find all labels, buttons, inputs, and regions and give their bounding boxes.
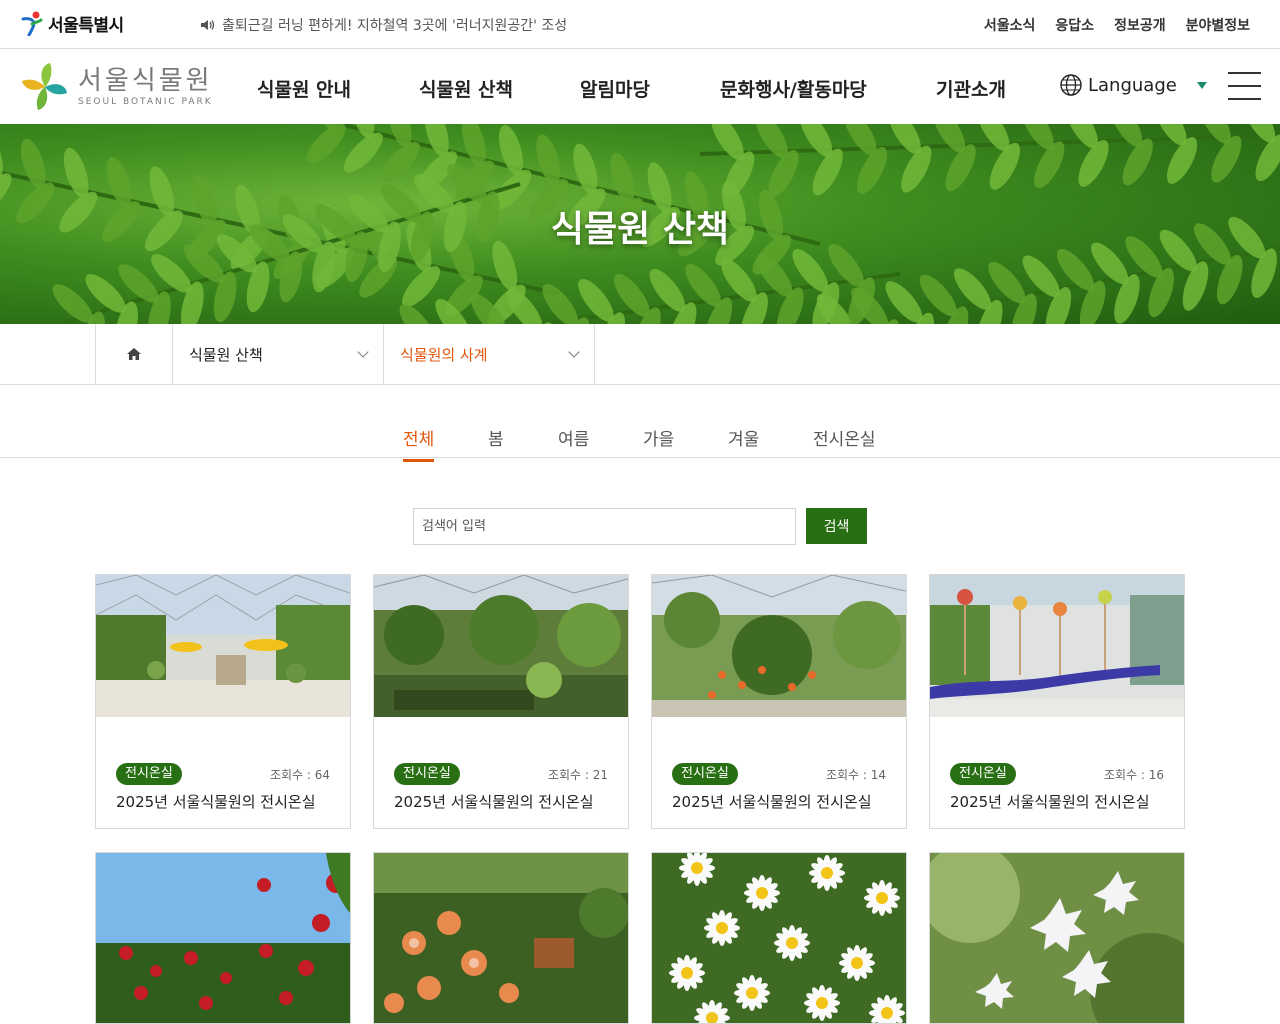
notice-ticker[interactable]: 출퇴근길 러닝 편하게! 지하철역 3곳에 '러너지원공간' 조성 xyxy=(200,15,567,35)
breadcrumb-home[interactable] xyxy=(95,324,173,384)
search-button[interactable]: 검색 xyxy=(806,508,867,544)
card-thumbnail xyxy=(652,853,906,1023)
util-link-seoul-news[interactable]: 서울소식 xyxy=(984,15,1036,35)
util-link-response[interactable]: 응답소 xyxy=(1055,15,1094,35)
gallery-card[interactable] xyxy=(651,852,907,1024)
menu-hamburger-icon[interactable] xyxy=(1228,72,1261,100)
hero-title: 식물원 산책 xyxy=(550,209,730,250)
gallery-card[interactable]: 전시온실 조회수 : 21 2025년 서울식물원의 전시온실 xyxy=(373,574,629,829)
tab-autumn[interactable]: 가을 xyxy=(643,425,674,450)
card-thumbnail xyxy=(96,853,350,1023)
breadcrumb-level2-label: 식물원의 사계 xyxy=(400,345,488,364)
tab-winter[interactable]: 겨울 xyxy=(728,425,759,450)
card-thumbnail xyxy=(374,575,628,717)
main-header: 서울식물원 SEOUL BOTANIC PARK 식물원 안내 식물원 산책 알… xyxy=(0,49,1280,124)
view-count: 조회수 : 21 xyxy=(547,768,608,782)
seoul-city-logo[interactable]: 서울특별시 xyxy=(20,10,124,36)
gallery-card[interactable] xyxy=(373,852,629,1024)
seoul-city-emblem-icon xyxy=(21,11,43,36)
search-input[interactable] xyxy=(413,508,796,545)
hero-banner: 식물원 산책 xyxy=(0,124,1280,324)
seoul-city-label: 서울특별시 xyxy=(48,15,124,36)
home-icon xyxy=(127,348,141,360)
chevron-down-icon xyxy=(568,346,580,358)
nav-about[interactable]: 기관소개 xyxy=(936,75,1006,102)
breadcrumb-level2-dropdown[interactable]: 식물원의 사계 xyxy=(384,324,595,384)
chevron-down-icon xyxy=(357,346,369,358)
caret-down-icon xyxy=(1196,81,1207,89)
card-title: 2025년 서울식물원의 전시온실 xyxy=(116,793,316,811)
card-thumbnail xyxy=(930,853,1184,1023)
category-badge: 전시온실 xyxy=(672,763,738,785)
top-utility-bar: 서울특별시 출퇴근길 러닝 편하게! 지하철역 3곳에 '러너지원공간' 조성 … xyxy=(0,0,1280,49)
tab-all[interactable]: 전체 xyxy=(403,425,435,462)
breadcrumb-level1-dropdown[interactable]: 식물원 산책 xyxy=(173,324,384,384)
view-count: 조회수 : 14 xyxy=(825,768,886,782)
breadcrumb: 식물원 산책 식물원의 사계 xyxy=(0,324,1280,385)
utility-links: 서울소식 응답소 정보공개 분야별정보 xyxy=(984,15,1250,35)
card-title: 2025년 서울식물원의 전시온실 xyxy=(950,793,1150,811)
language-selector[interactable]: Language xyxy=(1060,74,1207,96)
nav-garden-walk[interactable]: 식물원 산책 xyxy=(419,75,513,102)
season-tabs: 전체 봄 여름 가을 겨울 전시온실 xyxy=(0,385,1280,462)
globe-icon xyxy=(1060,74,1082,96)
nav-events[interactable]: 문화행사/활동마당 xyxy=(720,75,867,102)
card-thumbnail xyxy=(652,575,906,717)
view-count: 조회수 : 16 xyxy=(1103,768,1164,782)
card-thumbnail xyxy=(96,575,350,717)
nav-garden-guide[interactable]: 식물원 안내 xyxy=(257,75,351,102)
speaker-icon xyxy=(201,20,215,30)
tab-greenhouse[interactable]: 전시온실 xyxy=(813,425,876,450)
util-link-field-info[interactable]: 분야별정보 xyxy=(1186,15,1250,35)
nav-notices[interactable]: 알림마당 xyxy=(580,75,650,102)
gallery-card[interactable]: 전시온실 조회수 : 64 2025년 서울식물원의 전시온실 xyxy=(95,574,351,829)
tab-summer[interactable]: 여름 xyxy=(558,425,589,450)
language-label: Language xyxy=(1088,74,1177,96)
category-badge: 전시온실 xyxy=(394,763,460,785)
gallery-card[interactable]: 전시온실 조회수 : 14 2025년 서울식물원의 전시온실 xyxy=(651,574,907,829)
notice-text: 출퇴근길 러닝 편하게! 지하철역 3곳에 '러너지원공간' 조성 xyxy=(222,18,568,34)
card-thumbnail xyxy=(374,853,628,1023)
gallery-card[interactable] xyxy=(95,852,351,1024)
category-badge: 전시온실 xyxy=(116,763,182,785)
tab-spring[interactable]: 봄 xyxy=(488,425,504,450)
util-link-info-disclosure[interactable]: 정보공개 xyxy=(1114,15,1166,35)
gallery-card[interactable] xyxy=(929,852,1185,1024)
card-title: 2025년 서울식물원의 전시온실 xyxy=(672,793,872,811)
card-thumbnail xyxy=(930,575,1184,717)
gallery-card[interactable]: 전시온실 조회수 : 16 2025년 서울식물원의 전시온실 xyxy=(929,574,1185,829)
card-title: 2025년 서울식물원의 전시온실 xyxy=(394,793,594,811)
category-badge: 전시온실 xyxy=(950,763,1016,785)
breadcrumb-level1-label: 식물원 산책 xyxy=(189,345,263,364)
view-count: 조회수 : 64 xyxy=(269,768,330,782)
